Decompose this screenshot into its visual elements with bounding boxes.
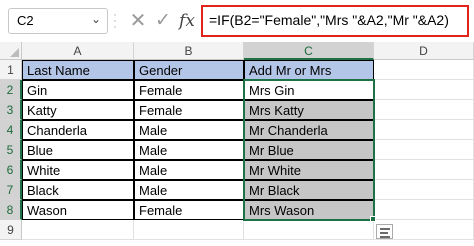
insert-function-icon[interactable]: fx	[176, 9, 198, 33]
table-cell[interactable]: Mr Chanderla	[244, 120, 374, 140]
formula-bar: C2 ⌄ · · · ✕ ✓ fx =IF(B2="Female","Mrs "&A…	[0, 0, 474, 42]
enter-icon[interactable]: ✓	[152, 9, 174, 33]
empty-cell[interactable]	[374, 140, 474, 160]
row-header-4[interactable]: 4	[0, 120, 22, 140]
table-cell[interactable]: Blue	[22, 140, 134, 160]
table-cell[interactable]: Mr White	[244, 160, 374, 180]
row-header-5[interactable]: 5	[0, 140, 22, 160]
table-cell[interactable]: Mr Black	[244, 180, 374, 200]
chevron-down-icon[interactable]: ⌄	[91, 12, 101, 26]
row-header-8[interactable]: 8	[0, 200, 22, 220]
table-cell[interactable]: White	[22, 160, 134, 180]
column-header-b[interactable]: B	[134, 42, 244, 60]
row-header-3[interactable]: 3	[0, 100, 22, 120]
empty-cell[interactable]	[374, 120, 474, 140]
table-header-cell[interactable]: Gender	[134, 60, 244, 80]
empty-cell[interactable]	[374, 80, 474, 100]
quick-analysis-icon[interactable]	[376, 224, 393, 239]
fill-handle[interactable]	[370, 216, 376, 222]
column-header-c[interactable]: C	[244, 42, 374, 60]
table-cell[interactable]: Mr Blue	[244, 140, 374, 160]
table-cell[interactable]: Katty	[22, 100, 134, 120]
table-cell[interactable]: Wason	[22, 200, 134, 220]
table-cell[interactable]: Male	[134, 140, 244, 160]
table-cell[interactable]: Female	[134, 200, 244, 220]
name-box-value: C2	[17, 13, 34, 28]
quick-analysis-line	[380, 228, 390, 230]
cancel-icon[interactable]: ✕	[127, 9, 149, 33]
table-cell[interactable]: Mrs Gin	[244, 80, 374, 100]
drag-handle-icon[interactable]: · · ·	[113, 10, 117, 33]
row-header-7[interactable]: 7	[0, 180, 22, 200]
column-header-a[interactable]: A	[22, 42, 134, 60]
empty-cell[interactable]	[374, 200, 474, 220]
spreadsheet-grid: A B C D 1 2 3 4 5 6 7 8 9 Last Name Gender Add Mr or Mr…	[0, 42, 474, 246]
name-box[interactable]: C2 ⌄	[8, 8, 108, 34]
table-cell[interactable]: Gin	[22, 80, 134, 100]
table-header-cell[interactable]: Add Mr or Mrs	[244, 60, 374, 80]
row-header-9[interactable]: 9	[0, 220, 22, 240]
empty-cell[interactable]	[244, 220, 374, 240]
column-header-d[interactable]: D	[374, 42, 474, 60]
empty-cell[interactable]	[134, 220, 244, 240]
table-cell[interactable]: Chanderla	[22, 120, 134, 140]
table-cell[interactable]: Mrs Katty	[244, 100, 374, 120]
empty-cell[interactable]	[374, 180, 474, 200]
table-cell[interactable]: Female	[134, 80, 244, 100]
row-header-2[interactable]: 2	[0, 80, 22, 100]
table-cell[interactable]: Male	[134, 120, 244, 140]
quick-analysis-line	[380, 232, 388, 234]
empty-cell[interactable]	[374, 160, 474, 180]
quick-analysis-line	[380, 236, 390, 238]
empty-cell[interactable]	[22, 220, 134, 240]
row-header-6[interactable]: 6	[0, 160, 22, 180]
table-header-cell[interactable]: Last Name	[22, 60, 134, 80]
empty-cell[interactable]	[374, 100, 474, 120]
formula-input[interactable]: =IF(B2="Female","Mrs "&A2,"Mr "&A2)	[201, 5, 469, 37]
table-cell[interactable]: Male	[134, 160, 244, 180]
table-cell[interactable]: Female	[134, 100, 244, 120]
table-cell[interactable]: Black	[22, 180, 134, 200]
table-cell[interactable]: Male	[134, 180, 244, 200]
empty-cell[interactable]	[374, 60, 474, 80]
table-cell[interactable]: Mrs Wason	[244, 200, 374, 220]
row-header-1[interactable]: 1	[0, 60, 22, 80]
select-all-corner[interactable]	[0, 42, 22, 60]
